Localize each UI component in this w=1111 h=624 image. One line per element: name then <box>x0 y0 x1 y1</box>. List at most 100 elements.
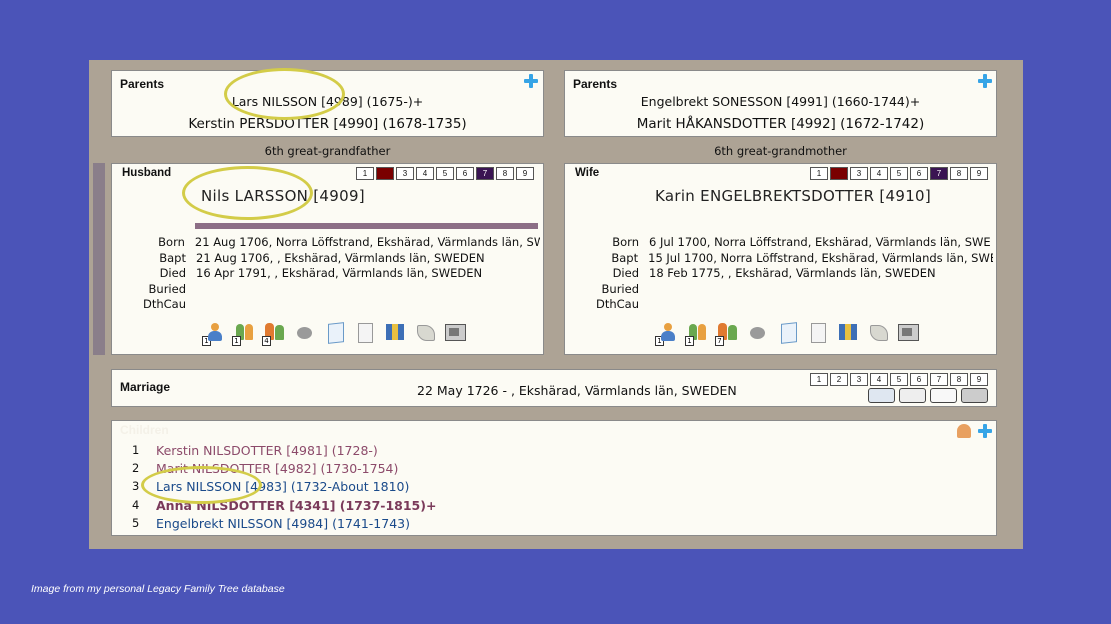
generation-number-bar: 1 2 3 4 5 6 7 8 9 <box>356 167 534 180</box>
wife-relationship: 6th great-grandmother <box>714 144 847 158</box>
gen-button-5[interactable]: 5 <box>890 167 908 180</box>
gen-button-2[interactable]: 2 <box>830 373 848 386</box>
gen-button-1[interactable]: 1 <box>810 167 828 180</box>
gen-button-8[interactable]: 8 <box>950 167 968 180</box>
panel-title: Marriage <box>120 380 171 394</box>
gen-button-1[interactable]: 1 <box>810 373 828 386</box>
event-label: DthCau <box>595 297 639 311</box>
child-number: 3 <box>132 479 140 493</box>
parents-icon[interactable]: 1 <box>232 322 256 346</box>
child-name[interactable]: Marit NILSDOTTER [4982] (1730-1754) <box>156 461 398 476</box>
gen-button-3[interactable]: 3 <box>850 373 868 386</box>
panel-title: Parents <box>120 77 165 91</box>
document-icon[interactable] <box>930 388 957 403</box>
event-value[interactable]: 16 Apr 1791, , Ekshärad, Värmlands län, … <box>196 266 482 282</box>
family-icon[interactable]: 4 <box>262 322 286 346</box>
father-link[interactable]: Engelbrekt SONESSON [4991] (1660-1744)+ <box>565 94 996 109</box>
book-icon[interactable] <box>384 322 406 342</box>
wife-parents-panel: Parents Engelbrekt SONESSON [4991] (1660… <box>564 70 997 137</box>
wife-name[interactable]: Karin ENGELBREKTSDOTTER [4910] <box>655 187 931 205</box>
gen-button-9[interactable]: 9 <box>970 167 988 180</box>
sources-icon[interactable] <box>777 322 799 342</box>
footer-caption: Image from my personal Legacy Family Tre… <box>31 583 285 595</box>
gen-button-2[interactable]: 2 <box>376 167 394 180</box>
generation-number-bar: 1 2 3 4 5 6 7 8 9 <box>810 167 988 180</box>
notes-icon[interactable] <box>807 322 829 343</box>
gen-button-5[interactable]: 5 <box>436 167 454 180</box>
event-value[interactable]: 18 Feb 1775, , Ekshärad, Värmlands län, … <box>649 266 936 282</box>
gen-button-7[interactable]: 7 <box>476 167 494 180</box>
gen-button-5[interactable]: 5 <box>890 373 908 386</box>
gen-button-9[interactable]: 9 <box>970 373 988 386</box>
child-number: 5 <box>132 516 140 530</box>
mother-link[interactable]: Marit HÅKANSDOTTER [4992] (1672-1742) <box>565 116 996 132</box>
sources-icon[interactable] <box>324 322 346 342</box>
gen-button-8[interactable]: 8 <box>950 373 968 386</box>
gen-button-6[interactable]: 6 <box>910 167 928 180</box>
child-number: 4 <box>132 498 140 512</box>
gen-button-3[interactable]: 3 <box>850 167 868 180</box>
book-icon[interactable] <box>868 388 895 403</box>
gen-button-4[interactable]: 4 <box>416 167 434 180</box>
photo-icon[interactable] <box>961 388 988 403</box>
add-child-icon[interactable] <box>957 424 971 438</box>
father-link[interactable]: Lars NILSSON [4989] (1675-)+ <box>112 94 543 109</box>
alt-names-icon[interactable] <box>294 322 316 342</box>
event-value[interactable]: 15 Jul 1700, Norra Löffstrand, Ekshärad,… <box>648 251 993 267</box>
notes-icon[interactable] <box>899 388 926 403</box>
husband-relationship: 6th great-grandfather <box>264 144 391 158</box>
panel-title: Children <box>120 423 169 437</box>
gen-button-4[interactable]: 4 <box>870 373 888 386</box>
icon-count: 1 <box>202 336 211 346</box>
marriage-panel: Marriage 22 May 1726 - , Ekshärad, Värml… <box>111 369 997 407</box>
gen-button-2[interactable]: 2 <box>830 167 848 180</box>
hashtag-icon[interactable] <box>867 322 889 342</box>
marriage-value[interactable]: 22 May 1726 - , Ekshärad, Värmlands län,… <box>417 383 737 398</box>
event-label: Born <box>158 235 185 249</box>
husband-icon-bar: 1 1 4 <box>202 322 466 346</box>
gen-button-8[interactable]: 8 <box>496 167 514 180</box>
parents-icon[interactable]: 1 <box>685 322 709 346</box>
wife-events: Born 6 Jul 1700, Norra Löffstrand, Ekshär… <box>565 235 993 313</box>
gen-button-4[interactable]: 4 <box>870 167 888 180</box>
husband-panel: Husband 1 2 3 4 5 6 7 8 9 Nils LARSSON [… <box>111 163 544 355</box>
child-name[interactable]: Anna NILSDOTTER [4341] (1737-1815)+ <box>156 498 436 513</box>
event-value[interactable]: 21 Aug 1706, , Ekshärad, Värmlands län, … <box>196 251 485 267</box>
add-icon[interactable] <box>978 424 992 438</box>
add-parents-icon[interactable] <box>978 74 992 88</box>
panel-title: Parents <box>573 77 618 91</box>
icon-count: 1 <box>685 336 694 346</box>
event-label: DthCau <box>142 297 186 311</box>
person-icon[interactable]: 1 <box>202 322 226 346</box>
gen-button-3[interactable]: 3 <box>396 167 414 180</box>
gen-button-9[interactable]: 9 <box>516 167 534 180</box>
add-parents-icon[interactable] <box>524 74 538 88</box>
photo-icon[interactable] <box>444 322 466 342</box>
event-value[interactable]: 6 Jul 1700, Norra Löffstrand, Ekshärad, … <box>649 235 991 251</box>
event-value[interactable]: 21 Aug 1706, Norra Löffstrand, Ekshärad,… <box>195 235 540 251</box>
mother-link[interactable]: Kerstin PERSDOTTER [4990] (1678-1735) <box>112 116 543 132</box>
left-sidebar-tab[interactable] <box>93 163 105 355</box>
gen-button-6[interactable]: 6 <box>456 167 474 180</box>
child-name[interactable]: Kerstin NILSDOTTER [4981] (1728-) <box>156 443 378 458</box>
gen-button-7[interactable]: 7 <box>930 373 948 386</box>
gen-button-6[interactable]: 6 <box>910 373 928 386</box>
icon-count: 1 <box>232 336 241 346</box>
notes-icon[interactable] <box>354 322 376 343</box>
alt-names-icon[interactable] <box>747 322 769 342</box>
book-icon[interactable] <box>837 322 859 342</box>
icon-count: 1 <box>655 336 664 346</box>
child-name[interactable]: Engelbrekt NILSSON [4984] (1741-1743) <box>156 516 410 531</box>
icon-count: 4 <box>262 336 271 346</box>
husband-name[interactable]: Nils LARSSON [4909] <box>201 187 365 205</box>
child-name[interactable]: Lars NILSSON [4983] (1732-About 1810) <box>156 479 409 494</box>
gen-button-7[interactable]: 7 <box>930 167 948 180</box>
person-icon[interactable]: 1 <box>655 322 679 346</box>
husband-parents-panel: Parents Lars NILSSON [4989] (1675-)+ Ker… <box>111 70 544 137</box>
photo-icon[interactable] <box>897 322 919 342</box>
family-icon[interactable]: 7 <box>715 322 739 346</box>
hashtag-icon[interactable] <box>414 322 436 342</box>
event-label: Buried <box>601 281 639 296</box>
gen-button-1[interactable]: 1 <box>356 167 374 180</box>
panel-title: Wife <box>575 167 600 179</box>
